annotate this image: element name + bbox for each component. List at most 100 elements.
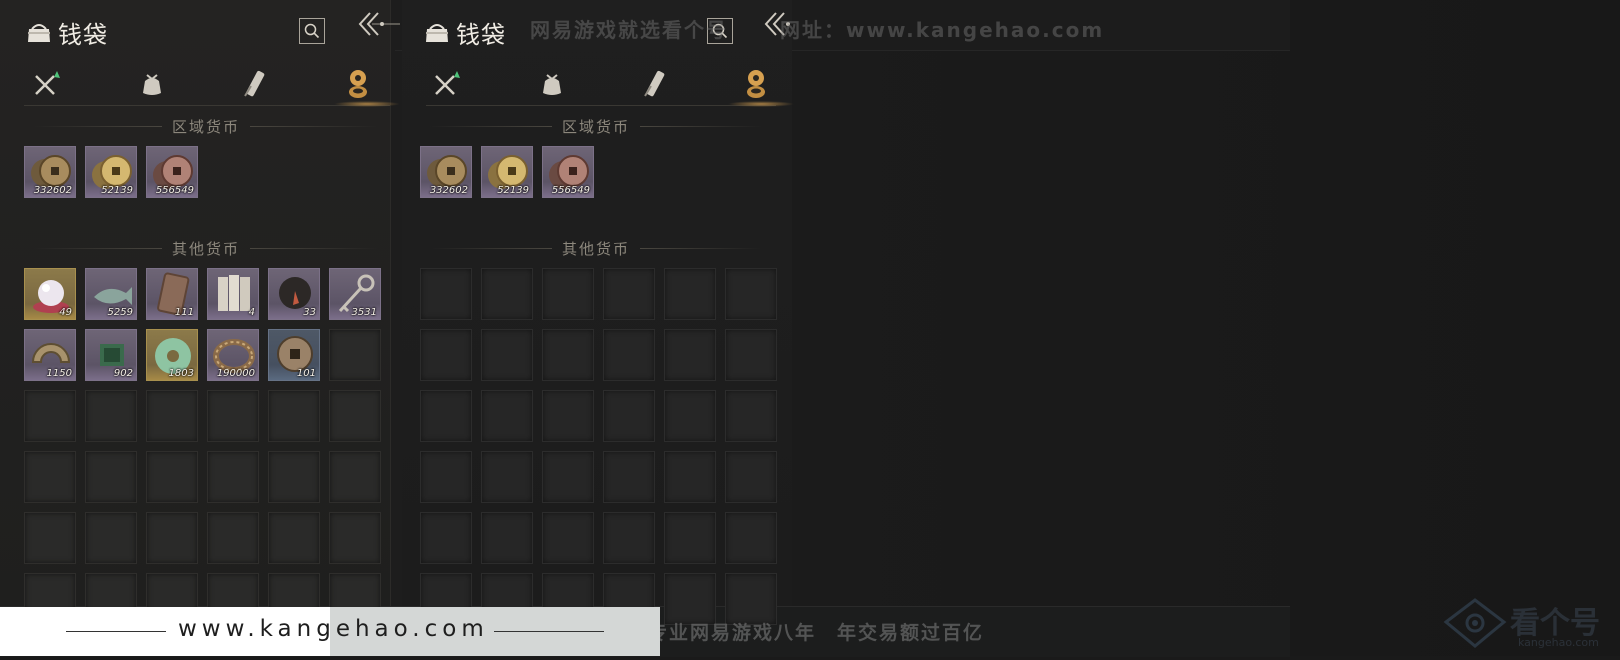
empty-slot [329, 329, 381, 381]
empty-slot [542, 268, 594, 320]
watermark-top-url: 网址：www.kangehao.com [780, 18, 1105, 42]
currency-item-talisman[interactable]: 111 [146, 268, 198, 320]
currency-item-pearl[interactable]: 49 [24, 268, 76, 320]
empty-slot [542, 390, 594, 442]
item-count: 52139 [101, 185, 133, 196]
empty-slot [725, 390, 777, 442]
empty-slot [725, 451, 777, 503]
item-count: 556549 [551, 185, 590, 196]
empty-slot [542, 512, 594, 564]
currency-item-half-coin[interactable]: 1150 [24, 329, 76, 381]
double-chevron-left-icon [358, 12, 400, 36]
item-count: 111 [174, 307, 194, 318]
tab-currency[interactable] [338, 65, 378, 103]
empty-slot [146, 512, 198, 564]
currency-item-gold-coin[interactable]: 52139 [85, 146, 137, 198]
pouch-icon [143, 74, 161, 95]
currency-item-ancient-coin[interactable]: 101 [268, 329, 320, 381]
coin-stack-icon [747, 70, 765, 98]
empty-slot [24, 451, 76, 503]
active-tab-indicator [334, 101, 400, 107]
empty-slot [664, 268, 716, 320]
empty-slot [481, 390, 533, 442]
panel-header: 钱袋 [424, 14, 506, 50]
currency-item-red-coin[interactable]: 556549 [542, 146, 594, 198]
tab-consumables[interactable] [532, 65, 572, 103]
empty-slot [268, 451, 320, 503]
collapse-button[interactable] [356, 10, 402, 40]
item-count: 556549 [155, 185, 194, 196]
empty-slot [329, 451, 381, 503]
tab-materials[interactable] [234, 65, 274, 103]
money-bag-icon [28, 24, 50, 42]
empty-slot [85, 451, 137, 503]
empty-slot [146, 451, 198, 503]
wallet-panel-right: 钱袋 区域货币 332602 52139 556549 其他货币 [402, 0, 794, 625]
item-count: 902 [113, 368, 133, 379]
empty-slot [725, 329, 777, 381]
empty-slot [420, 329, 472, 381]
currency-item-jade-disc[interactable]: 1803 [146, 329, 198, 381]
item-count: 1803 [168, 368, 194, 379]
empty-slot [603, 329, 655, 381]
item-count: 52139 [497, 185, 529, 196]
sword-icon [435, 71, 460, 95]
empty-slot [329, 512, 381, 564]
currency-item-key[interactable]: 3531 [329, 268, 381, 320]
money-bag-icon [426, 24, 448, 42]
item-count: 332602 [33, 185, 72, 196]
search-button[interactable] [299, 18, 325, 44]
currency-item-dark-orb[interactable]: 33 [268, 268, 320, 320]
empty-slot [664, 329, 716, 381]
scroll-icon [644, 70, 665, 97]
item-count: 332602 [429, 185, 468, 196]
tab-currency[interactable] [736, 65, 776, 103]
empty-slot [420, 451, 472, 503]
tab-consumables[interactable] [132, 65, 172, 103]
currency-item-gold-coin[interactable]: 52139 [481, 146, 533, 198]
currency-item-fish-token[interactable]: 5259 [85, 268, 137, 320]
empty-slot [146, 390, 198, 442]
empty-slot [85, 390, 137, 442]
tab-materials[interactable] [634, 65, 674, 103]
currency-item-copper-coin[interactable]: 332602 [24, 146, 76, 198]
logo-url: kangehao.com [1518, 636, 1599, 649]
tab-equipment[interactable] [26, 65, 66, 103]
scroll-icon [244, 70, 265, 97]
footer-divider-left [66, 631, 166, 632]
item-count: 101 [296, 368, 316, 379]
currency-item-copper-coin[interactable]: 332602 [420, 146, 472, 198]
item-count: 4 [248, 307, 255, 318]
empty-slot [24, 390, 76, 442]
currency-item-bracelet[interactable]: 190000 [207, 329, 259, 381]
category-tabs [20, 65, 400, 107]
active-tab-indicator [728, 101, 794, 107]
pouch-icon [543, 74, 561, 95]
currency-item-paper-notes[interactable]: 4 [207, 268, 259, 320]
page-title: 钱袋 [456, 20, 506, 49]
other-currency-header: 其他货币 [420, 238, 772, 258]
category-tabs [422, 65, 794, 107]
footer-url: www.kangehao.com [178, 616, 489, 642]
empty-slot [268, 390, 320, 442]
empty-slot [603, 390, 655, 442]
empty-slot [207, 512, 259, 564]
empty-slot [481, 329, 533, 381]
empty-slot [207, 451, 259, 503]
eye-logo-icon [1443, 598, 1507, 648]
tab-equipment[interactable] [426, 65, 466, 103]
empty-slot [329, 390, 381, 442]
empty-slot [603, 512, 655, 564]
empty-slot [481, 268, 533, 320]
footer-divider-right [494, 631, 604, 632]
empty-slot [420, 268, 472, 320]
item-count: 190000 [216, 368, 255, 379]
item-count: 3531 [351, 307, 377, 318]
item-count: 49 [59, 307, 72, 318]
coin-stack-icon [349, 70, 367, 98]
currency-item-jade-token[interactable]: 902 [85, 329, 137, 381]
empty-slot [420, 512, 472, 564]
empty-slot [481, 451, 533, 503]
item-count: 1150 [46, 368, 72, 379]
currency-item-red-coin[interactable]: 556549 [146, 146, 198, 198]
